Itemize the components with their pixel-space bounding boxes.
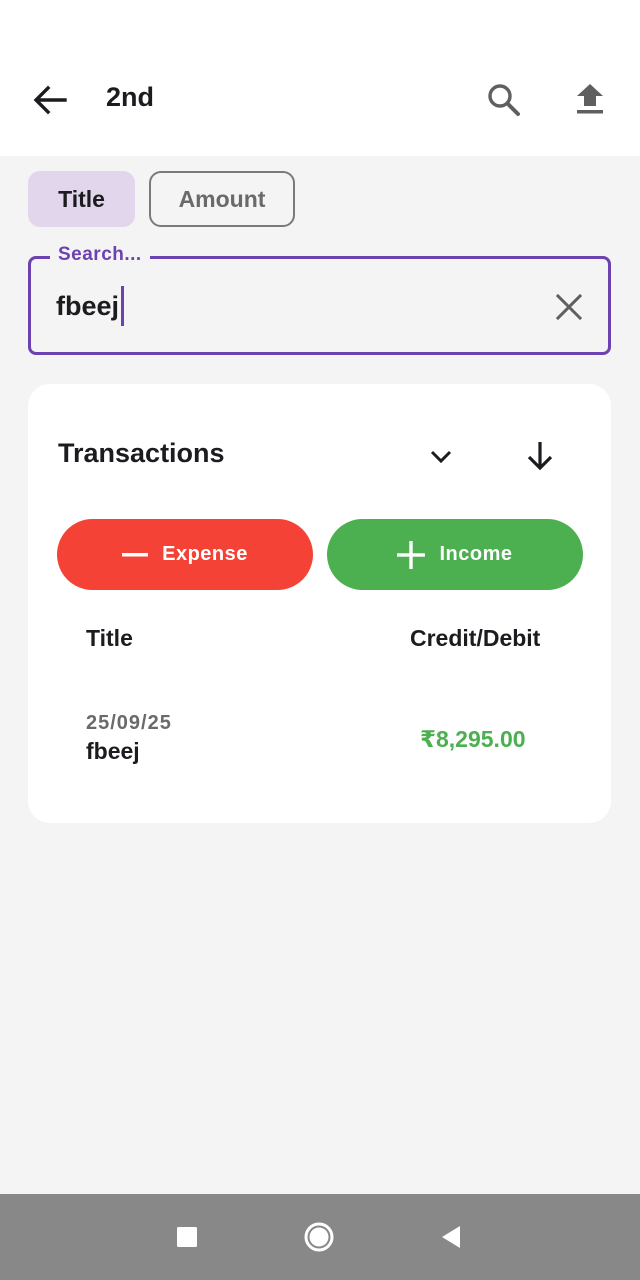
system-nav-bar [0, 1194, 640, 1280]
minus-icon [122, 552, 149, 558]
upload-button[interactable] [566, 76, 614, 124]
sort-button[interactable] [518, 434, 562, 478]
page-title: 2nd [106, 82, 155, 112]
transactions-title: Transactions [58, 438, 225, 468]
column-header-title: Title [86, 625, 133, 651]
search-value[interactable]: fbeej [56, 286, 125, 326]
clear-search-button[interactable] [548, 286, 590, 328]
close-icon [556, 294, 582, 320]
home-button[interactable] [296, 1214, 342, 1260]
expand-button[interactable] [420, 436, 462, 478]
plus-icon [397, 540, 426, 569]
filter-chip-amount[interactable]: Amount [149, 171, 295, 227]
search-icon [488, 84, 520, 116]
expense-label: Expense [162, 543, 248, 565]
arrow-left-icon [33, 85, 67, 115]
search-value-text: fbeej [56, 290, 120, 321]
app-bar: 2nd [0, 0, 640, 156]
add-income-button[interactable]: Income [327, 519, 583, 590]
search-label: Search... [50, 244, 150, 266]
column-header-credit-debit: Credit/Debit [410, 625, 541, 651]
transaction-amount: ₹8,295.00 [420, 726, 526, 752]
transaction-date: 25/09/25 [86, 712, 172, 734]
filter-chip-title[interactable]: Title [28, 171, 135, 227]
transaction-name: fbeej [86, 738, 140, 764]
square-icon [177, 1227, 197, 1247]
system-back-button[interactable] [428, 1214, 474, 1260]
triangle-back-icon [442, 1226, 460, 1248]
income-label: Income [439, 543, 513, 565]
recents-button[interactable] [164, 1214, 210, 1260]
upload-icon [577, 84, 603, 114]
search-button[interactable] [480, 76, 528, 124]
add-expense-button[interactable]: Expense [57, 519, 313, 590]
text-caret [121, 286, 125, 326]
chevron-down-icon [430, 450, 452, 464]
screen: 2nd Title Amount Search... fbeej Transac… [0, 0, 640, 1280]
transaction-row[interactable]: 25/09/25 fbeej ₹8,295.00 [58, 690, 578, 790]
arrow-down-icon [527, 442, 553, 471]
circle-icon [304, 1222, 334, 1252]
back-button[interactable] [26, 78, 74, 122]
